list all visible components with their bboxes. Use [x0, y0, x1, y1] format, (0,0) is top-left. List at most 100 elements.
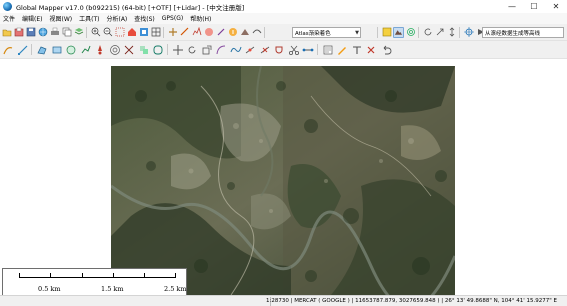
label-icon[interactable]: [350, 43, 363, 56]
chevron-down-icon: ▼: [355, 30, 359, 36]
digitizer-icon[interactable]: [215, 27, 226, 38]
print-icon[interactable]: [49, 27, 60, 38]
toolbar-separator: [264, 26, 265, 38]
cut-icon[interactable]: [287, 43, 300, 56]
globe-icon: [3, 2, 12, 11]
window-controls: — ☐ ✕: [501, 0, 567, 13]
toolbar-separator: [459, 26, 460, 38]
menu-view[interactable]: 视图(W): [50, 14, 73, 23]
edit-vertex-icon[interactable]: [16, 43, 29, 56]
feature-info-icon[interactable]: [227, 27, 238, 38]
home-icon[interactable]: [126, 27, 137, 38]
grid-icon[interactable]: [150, 27, 161, 38]
toolbar-separator: [418, 26, 419, 38]
zoom-in-icon[interactable]: [90, 27, 101, 38]
light-direction-icon[interactable]: [434, 27, 445, 38]
analysis-select[interactable]: 从滚经数据生成等高线: [482, 27, 564, 38]
connect-icon[interactable]: [302, 43, 315, 56]
scale-bar: 0.5 km 1.5 km 2.5 km: [2, 268, 187, 296]
zoom-box-icon[interactable]: [114, 27, 125, 38]
menu-bar: 文件 编辑(E) 视图(W) 工具(T) 分析(A) 查找(S) GPS(G) …: [0, 13, 567, 24]
3d-view-icon[interactable]: [239, 27, 250, 38]
status-bar: 1:28730 | MERCAT ( GOOGLE ) | 11653787.8…: [0, 295, 567, 306]
full-view-icon[interactable]: [138, 27, 149, 38]
scale-label: 0.5 km: [38, 285, 61, 293]
undo-icon[interactable]: [379, 43, 392, 56]
split-icon[interactable]: [123, 43, 136, 56]
snap-icon[interactable]: [273, 43, 286, 56]
select-feature-icon[interactable]: [2, 43, 15, 56]
minimize-button[interactable]: —: [501, 0, 523, 13]
menu-gps[interactable]: GPS(G): [162, 15, 183, 22]
delete-vertex-icon[interactable]: [258, 43, 271, 56]
title-bar: Global Mapper v17.0 (b092215) (64-bit) […: [0, 0, 567, 13]
scale-tick: [50, 273, 51, 278]
hillshade-toggle-icon[interactable]: [393, 26, 404, 38]
crosshair-icon[interactable]: [463, 27, 474, 38]
toolbar-separator: [377, 26, 378, 38]
open-folder-icon[interactable]: [1, 27, 12, 38]
window-title: Global Mapper v17.0 (b092215) (64-bit) […: [16, 3, 245, 12]
measure-icon[interactable]: [179, 27, 190, 38]
edit-attributes-icon[interactable]: [321, 43, 334, 56]
satellite-imagery[interactable]: [111, 66, 455, 295]
analysis-select-value: 从滚经数据生成等高线: [485, 30, 541, 37]
menu-help[interactable]: 帮助(H): [190, 14, 211, 23]
close-button[interactable]: ✕: [545, 0, 567, 13]
create-rect-icon[interactable]: [50, 43, 63, 56]
contour-icon[interactable]: [405, 27, 416, 38]
shader-settings-icon[interactable]: [381, 27, 392, 38]
copy-icon[interactable]: [61, 27, 72, 38]
feature-style-icon[interactable]: [336, 43, 349, 56]
app-window: Global Mapper v17.0 (b092215) (64-bit) […: [0, 0, 567, 306]
zoom-out-icon[interactable]: [102, 27, 113, 38]
buffer-icon[interactable]: [152, 43, 165, 56]
smooth-icon[interactable]: [229, 43, 242, 56]
lidar-icon[interactable]: [251, 27, 262, 38]
insert-vertex-icon[interactable]: [244, 43, 257, 56]
create-circle-icon[interactable]: [65, 43, 78, 56]
menu-tools[interactable]: 工具(T): [79, 14, 99, 23]
menu-edit[interactable]: 编辑(E): [22, 14, 42, 23]
open-data-icon[interactable]: [13, 27, 24, 38]
delete-feature-icon[interactable]: [365, 43, 378, 56]
toolbar-separator: [316, 44, 318, 55]
status-coordinates: 1:28730 | MERCAT ( GOOGLE ) | 11653787.8…: [266, 298, 557, 304]
globe-download-icon[interactable]: [37, 27, 48, 38]
scale-tick: [175, 273, 176, 278]
menu-file[interactable]: 文件: [3, 14, 15, 23]
scale-tick: [144, 273, 145, 278]
toolbar-separator: [166, 44, 168, 55]
path-profile-icon[interactable]: [191, 27, 202, 38]
menu-analysis[interactable]: 分析(A): [106, 14, 127, 23]
move-feature-icon[interactable]: [171, 43, 184, 56]
scale-feature-icon[interactable]: [200, 43, 213, 56]
rotate-feature-icon[interactable]: [186, 43, 199, 56]
scale-label: 1.5 km: [101, 285, 124, 293]
reshape-icon[interactable]: [215, 43, 228, 56]
create-area-icon[interactable]: [36, 43, 49, 56]
map-view[interactable]: 0.5 km 1.5 km 2.5 km: [0, 59, 567, 296]
toolbar-separator: [31, 44, 32, 55]
scale-tick: [113, 273, 114, 278]
toolbar-separator: [163, 26, 164, 38]
maximize-button[interactable]: ☐: [523, 0, 545, 13]
scale-tick: [82, 273, 83, 278]
menu-search[interactable]: 查找(S): [134, 14, 155, 23]
digitizer-toolbar: [0, 41, 567, 59]
view-shed-icon[interactable]: [203, 27, 214, 38]
save-icon[interactable]: [25, 27, 36, 38]
scale-line: [19, 277, 176, 278]
toolbar-separator: [86, 26, 87, 38]
scale-label: 2.5 km: [164, 285, 187, 293]
combine-icon[interactable]: [137, 43, 150, 56]
create-line-icon[interactable]: [79, 43, 92, 56]
pan-icon[interactable]: [167, 27, 178, 38]
create-point-icon[interactable]: [94, 43, 107, 56]
vertical-exag-icon[interactable]: [446, 27, 457, 38]
shader-select-value: Atlas渐染着色: [295, 30, 331, 37]
rotate-icon[interactable]: [422, 27, 433, 38]
range-ring-icon[interactable]: [108, 43, 121, 56]
layers-icon[interactable]: [73, 27, 84, 38]
shader-select[interactable]: Atlas渐染着色 ▼: [292, 27, 361, 38]
